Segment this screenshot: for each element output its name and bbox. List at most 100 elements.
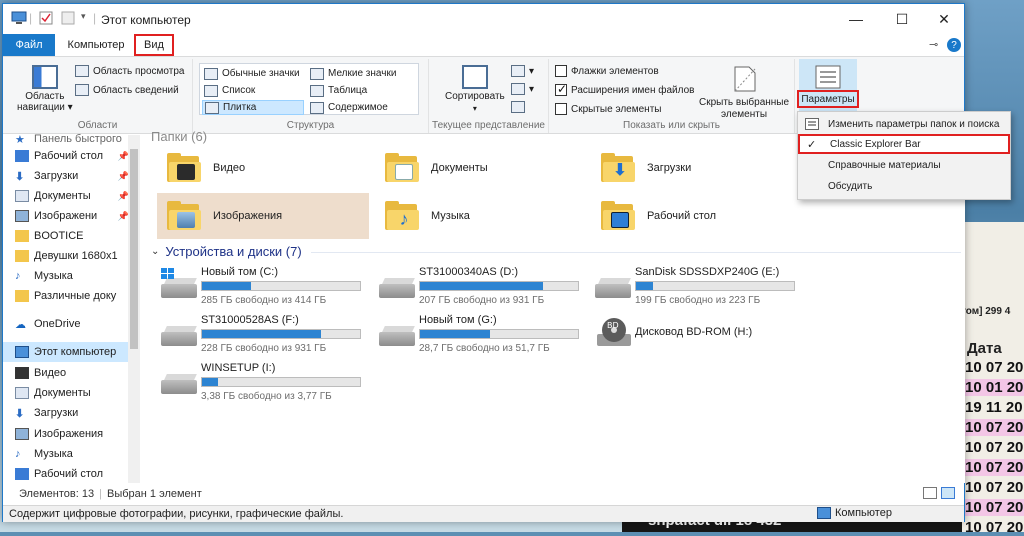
computer-icon bbox=[15, 346, 29, 358]
nav-item-music[interactable]: ♪ Музыка bbox=[15, 266, 129, 286]
details-pane-label: Область сведений bbox=[93, 84, 179, 96]
tab-view[interactable]: Вид bbox=[134, 34, 174, 56]
tab-computer[interactable]: Компьютер bbox=[59, 34, 133, 56]
drive-tile[interactable]: ST31000528AS (F:) 228 ГБ свободно из 931 … bbox=[155, 314, 365, 358]
explorer-window: | ▾ | Этот компьютер — ☐ ✕ Файл Компьюте… bbox=[2, 3, 965, 522]
drive-tile[interactable]: ST31000340AS (D:) 207 ГБ свободно из 931 … bbox=[373, 266, 583, 310]
nav-item-desktop-2[interactable]: Рабочий стол bbox=[15, 464, 129, 484]
params-button[interactable]: Параметры bbox=[797, 90, 859, 108]
drive-tile[interactable]: Новый том (C:) 285 ГБ свободно из 414 ГБ bbox=[155, 266, 365, 310]
drive-tile[interactable]: SanDisk SDSSDXP240G (E:) 199 ГБ свободно … bbox=[589, 266, 799, 310]
menu-item-reference[interactable]: Справочные материалы bbox=[798, 155, 1010, 175]
hard-drive-icon bbox=[161, 268, 197, 298]
new-folder-icon[interactable] bbox=[61, 11, 75, 27]
background-date-row: 10 07 20 bbox=[965, 359, 1024, 376]
preview-pane-label: Область просмотра bbox=[93, 65, 185, 77]
menu-item-folder-options[interactable]: Изменить параметры папок и поиска bbox=[798, 114, 1010, 134]
nav-item-documents[interactable]: Документы 📌 bbox=[15, 186, 129, 206]
maximize-button[interactable]: ☐ bbox=[879, 4, 925, 34]
checkbox-item-checkboxes[interactable]: Флажки элементов bbox=[555, 65, 659, 77]
details-pane-button[interactable]: Область сведений bbox=[75, 84, 179, 96]
layout-list[interactable]: Список bbox=[202, 83, 257, 98]
customize-quick-access-icon[interactable]: ▾ bbox=[81, 11, 86, 27]
item-checkboxes-checkbox[interactable] bbox=[555, 65, 567, 77]
checkbox-hidden-items[interactable]: Скрытые элементы bbox=[555, 103, 661, 115]
hard-drive-icon bbox=[379, 324, 415, 346]
info-text: Содержит цифровые фотографии, рисунки, г… bbox=[9, 508, 344, 520]
nav-item-pictures-2[interactable]: Изображения bbox=[15, 424, 129, 444]
hidden-items-checkbox[interactable] bbox=[555, 103, 567, 115]
nav-item-downloads[interactable]: ⬇ Загрузки 📌 bbox=[15, 166, 129, 186]
folder-documents[interactable]: Документы bbox=[375, 145, 587, 191]
ribbon-tabs: Файл Компьютер Вид ⊸ ? bbox=[3, 34, 964, 56]
menu-item-discuss[interactable]: Обсудить bbox=[798, 176, 1010, 196]
nav-item-bootice[interactable]: BOOTICE bbox=[15, 226, 129, 246]
download-icon: ⬇ bbox=[15, 171, 25, 183]
add-columns-button[interactable]: ▾ bbox=[511, 83, 534, 95]
computer-icon bbox=[11, 11, 27, 27]
item-count: Элементов: 13 bbox=[19, 488, 95, 500]
details-view-icon[interactable] bbox=[923, 487, 937, 499]
devices-header[interactable]: ⌄ Устройства и диски (7) bbox=[151, 244, 302, 259]
menu-item-classic-explorer-bar[interactable]: ✓ Classic Explorer Bar bbox=[798, 134, 1010, 154]
group-by-button[interactable]: ▾ bbox=[511, 65, 534, 77]
nav-item-pictures[interactable]: Изображени 📌 bbox=[15, 206, 129, 226]
drive-tile[interactable]: Новый том (G:) 28,7 ГБ свободно из 51,7 Г… bbox=[373, 314, 583, 358]
folder-videos[interactable]: Видео bbox=[157, 145, 369, 191]
drive-tile[interactable]: BD Дисковод BD-ROM (H:) bbox=[589, 314, 799, 358]
folder-label: Рабочий стол bbox=[647, 210, 717, 222]
nav-item-videos[interactable]: Видео bbox=[15, 363, 129, 383]
group-panes: Область навигации ▾ Область просмотра Об… bbox=[3, 59, 193, 133]
nav-scrollbar[interactable] bbox=[128, 135, 140, 483]
window-title: Этот компьютер bbox=[101, 13, 191, 27]
file-extensions-checkbox[interactable] bbox=[555, 82, 567, 96]
nav-item-music-2[interactable]: ♪ Музыка bbox=[15, 444, 129, 464]
drive-name: ST31000340AS (D:) bbox=[419, 266, 519, 278]
nav-item-desktop[interactable]: Рабочий стол 📌 bbox=[15, 146, 129, 166]
nav-item-misc-docs[interactable]: Различные доку bbox=[15, 286, 129, 306]
drive-free-space: 285 ГБ свободно из 414 ГБ bbox=[201, 295, 327, 306]
drive-name: WINSETUP (I:) bbox=[201, 362, 276, 374]
sort-label: Сортировать bbox=[445, 91, 505, 102]
drive-name: Дисковод BD-ROM (H:) bbox=[635, 326, 753, 338]
folder-pictures[interactable]: Изображения bbox=[157, 193, 369, 239]
layout-large-icons[interactable]: Обычные значки bbox=[202, 66, 302, 81]
nav-item-this-pc[interactable]: Этот компьютер bbox=[3, 342, 129, 362]
large-icons-view-icon[interactable] bbox=[941, 487, 955, 499]
svg-text:BD: BD bbox=[607, 321, 619, 330]
nav-scrollbar-thumb[interactable] bbox=[130, 149, 138, 349]
nav-item-documents-2[interactable]: Документы bbox=[15, 383, 129, 403]
checkbox-file-extensions[interactable]: Расширения имен файлов bbox=[555, 82, 694, 96]
video-icon bbox=[15, 367, 29, 379]
hide-selected-button[interactable]: Скрыть выбранные элементы bbox=[699, 65, 789, 120]
group-show-hide: Флажки элементов Расширения имен файлов … bbox=[549, 59, 795, 133]
folder-downloads[interactable]: ⬇ Загрузки bbox=[591, 145, 803, 191]
pin-ribbon-icon[interactable]: ⊸ bbox=[929, 38, 938, 51]
folder-icon bbox=[15, 250, 29, 262]
folder-music[interactable]: ♪ Музыка bbox=[375, 193, 587, 239]
minimize-button[interactable]: — bbox=[833, 4, 879, 34]
tab-file[interactable]: Файл bbox=[3, 34, 55, 56]
title-bar: | ▾ | Этот компьютер — ☐ ✕ bbox=[3, 4, 964, 34]
nav-pane-button[interactable]: Область навигации ▾ bbox=[17, 65, 73, 113]
nav-item-downloads-2[interactable]: ⬇ Загрузки bbox=[15, 403, 129, 423]
background-date-row: 10 07 20 bbox=[965, 499, 1024, 516]
fit-columns-icon bbox=[511, 101, 525, 113]
drive-tile[interactable]: WINSETUP (I:) 3,38 ГБ свободно из 3,77 ГБ bbox=[155, 362, 365, 406]
layout-tiles[interactable]: Плитка bbox=[202, 100, 304, 115]
properties-icon[interactable] bbox=[39, 11, 53, 27]
layout-small-icons[interactable]: Мелкие значки bbox=[308, 66, 398, 81]
close-button[interactable]: ✕ bbox=[921, 4, 967, 34]
folder-icon bbox=[15, 230, 29, 242]
sort-button[interactable]: Сортировать ▾ bbox=[445, 65, 505, 113]
folder-desktop[interactable]: Рабочий стол bbox=[591, 193, 803, 239]
folders-header[interactable]: Папки (6) bbox=[151, 129, 207, 144]
nav-item-girls[interactable]: Девушки 1680x1 bbox=[15, 246, 129, 266]
preview-pane-button[interactable]: Область просмотра bbox=[75, 65, 184, 77]
help-icon[interactable]: ? bbox=[947, 38, 961, 52]
nav-item-onedrive[interactable]: ☁ OneDrive bbox=[15, 314, 129, 334]
layout-details[interactable]: Таблица bbox=[308, 83, 369, 98]
fit-columns-button[interactable] bbox=[511, 101, 525, 113]
hard-drive-icon bbox=[379, 276, 415, 298]
layout-content[interactable]: Содержимое bbox=[308, 100, 390, 115]
